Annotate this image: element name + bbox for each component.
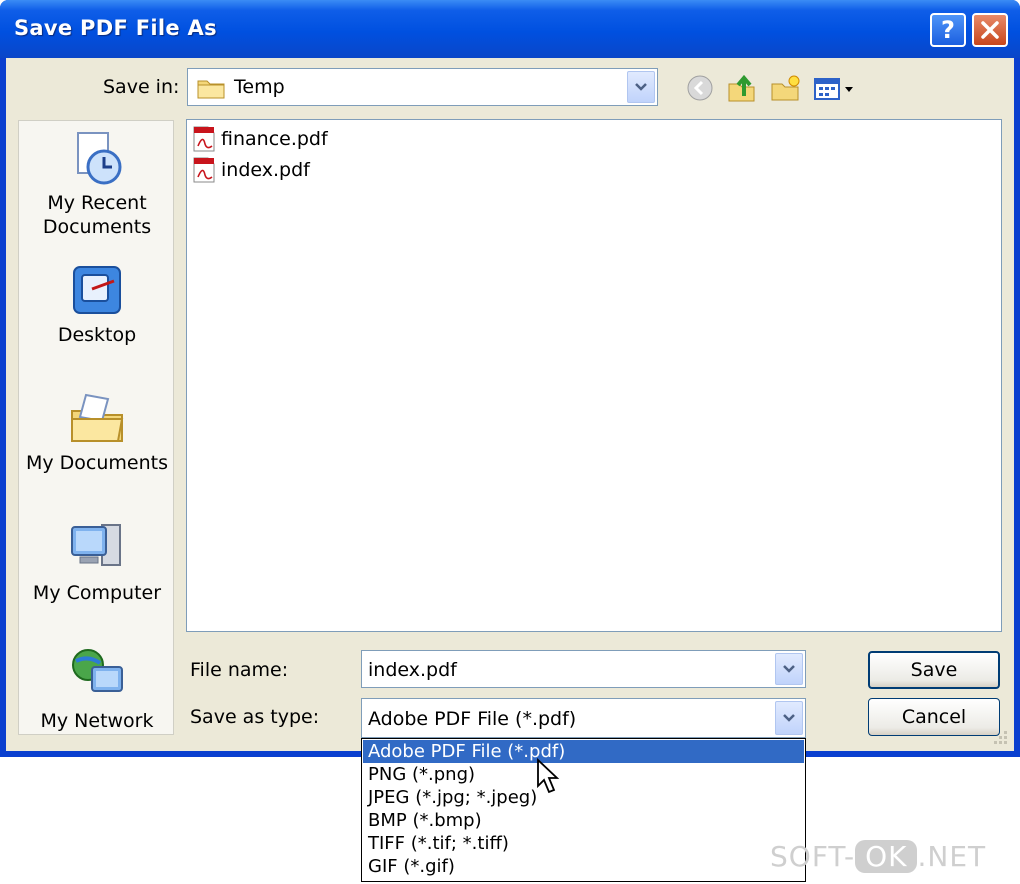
close-button[interactable] <box>972 13 1008 47</box>
file-name-dropdown-button[interactable] <box>775 653 803 685</box>
folder-icon <box>197 80 225 99</box>
mouse-cursor-icon <box>537 758 560 794</box>
chevron-down-icon <box>635 83 647 91</box>
new-folder-icon[interactable] <box>770 72 802 104</box>
option-png[interactable]: PNG (*.png) <box>363 763 804 786</box>
chevron-down-icon <box>783 714 795 722</box>
file-name: index.pdf <box>221 159 310 181</box>
watermark-logo: SOFT- OK .NET <box>770 840 986 873</box>
place-label: My Recent Documents <box>42 192 152 238</box>
option-gif[interactable]: GIF (*.gif) <box>363 855 804 878</box>
file-list[interactable]: finance.pdf index.pdf <box>186 119 1002 632</box>
up-folder-icon[interactable] <box>726 72 758 104</box>
my-network-icon <box>72 649 123 692</box>
place-label: My Documents <box>25 452 168 474</box>
cancel-button[interactable]: Cancel <box>868 698 1000 736</box>
watermark-ok: OK <box>855 840 918 873</box>
file-name: finance.pdf <box>221 128 328 150</box>
file-name-label: File name: <box>190 659 289 681</box>
pdf-file-icon <box>193 126 215 152</box>
place-label: My Network <box>40 710 154 732</box>
my-computer-icon <box>71 524 121 566</box>
resize-grip-icon[interactable] <box>990 727 1010 747</box>
list-item[interactable]: finance.pdf <box>191 125 328 153</box>
option-tiff[interactable]: TIFF (*.tif; *.tiff) <box>363 832 804 855</box>
close-icon <box>981 21 999 39</box>
recent-documents-icon <box>77 132 122 185</box>
place-label: Desktop <box>57 324 137 346</box>
desktop-icon <box>73 266 121 314</box>
save-as-type-options-list[interactable]: Adobe PDF File (*.pdf) PNG (*.png) JPEG … <box>361 738 806 882</box>
save-as-type-label: Save as type: <box>190 706 320 728</box>
place-my-network[interactable]: My Network <box>19 647 175 733</box>
views-menu-icon[interactable] <box>813 76 857 102</box>
save-in-label: Save in: <box>103 76 180 98</box>
place-my-computer[interactable]: My Computer <box>19 519 175 605</box>
back-icon[interactable] <box>686 74 714 102</box>
title-bar[interactable]: Save PDF File As ? <box>0 0 1020 58</box>
watermark-left: SOFT- <box>770 840 856 873</box>
save-button[interactable]: Save <box>868 651 1000 689</box>
help-button[interactable]: ? <box>930 13 966 47</box>
place-my-recent-documents[interactable]: My Recent Documents <box>19 129 175 239</box>
chevron-down-icon <box>783 665 795 673</box>
places-bar: My Recent Documents Desktop My Documents… <box>18 120 174 735</box>
save-in-combo[interactable]: Temp <box>187 68 658 106</box>
file-name-value: index.pdf <box>368 659 457 681</box>
save-in-dropdown-button[interactable] <box>627 71 655 103</box>
window-title: Save PDF File As <box>14 16 217 40</box>
place-desktop[interactable]: Desktop <box>19 261 175 347</box>
place-my-documents[interactable]: My Documents <box>19 389 175 475</box>
save-in-value: Temp <box>234 76 285 98</box>
option-bmp[interactable]: BMP (*.bmp) <box>363 809 804 832</box>
place-label: My Computer <box>32 582 162 604</box>
file-name-field[interactable]: index.pdf <box>361 650 806 688</box>
save-as-type-select[interactable]: Adobe PDF File (*.pdf) <box>361 698 806 738</box>
save-as-type-dropdown-button[interactable] <box>775 701 803 735</box>
option-pdf[interactable]: Adobe PDF File (*.pdf) <box>363 740 804 763</box>
pdf-file-icon <box>193 157 215 183</box>
list-item[interactable]: index.pdf <box>191 156 310 184</box>
watermark-right: .NET <box>917 840 987 873</box>
option-jpeg[interactable]: JPEG (*.jpg; *.jpeg) <box>363 786 804 809</box>
my-documents-icon <box>71 393 124 442</box>
save-as-type-value: Adobe PDF File (*.pdf) <box>368 708 577 730</box>
